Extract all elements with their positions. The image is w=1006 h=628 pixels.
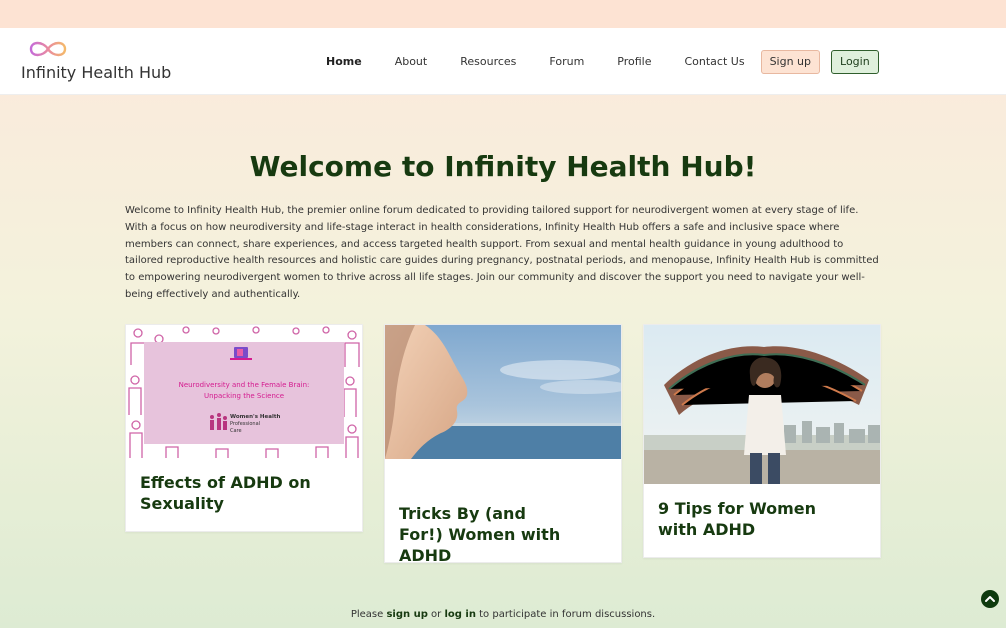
- card-title[interactable]: Effects of ADHD on Sexuality: [126, 472, 326, 514]
- footer-text-middle: or: [427, 609, 445, 620]
- article-card-tricks-adhd[interactable]: Tricks By (and For!) Women with ADHD: [384, 324, 622, 566]
- brand[interactable]: Infinity Health Hub: [21, 38, 171, 82]
- infinity-icon: [29, 41, 67, 57]
- card-image-neurodiversity-poster: Neurodiversity and the Female Brain: Unp…: [126, 325, 362, 458]
- footer-note: Please sign up or log in to participate …: [0, 609, 1006, 620]
- chevron-up-icon: [985, 596, 995, 602]
- article-card-adhd-sexuality[interactable]: Neurodiversity and the Female Brain: Unp…: [125, 324, 363, 532]
- poster-headline-2: Unpacking the Science: [204, 392, 284, 400]
- nav-home[interactable]: Home: [326, 55, 362, 68]
- signup-button[interactable]: Sign up: [760, 49, 821, 74]
- footer-text-after: to participate in forum discussions.: [475, 609, 656, 620]
- poster-headline-1: Neurodiversity and the Female Brain:: [179, 381, 310, 389]
- intro-paragraph: Welcome to Infinity Health Hub, the prem…: [125, 205, 879, 300]
- top-banner-strip: [0, 0, 1006, 28]
- page-title: Welcome to Infinity Health Hub!: [249, 150, 757, 183]
- nav-about[interactable]: About: [395, 55, 428, 68]
- footer-login-link[interactable]: log in: [444, 609, 475, 620]
- card-image-woman-sky: [385, 325, 621, 459]
- nav-forum[interactable]: Forum: [549, 55, 584, 68]
- footer-text-before: Please: [350, 609, 387, 620]
- card-image-woman-scarf: [644, 325, 880, 484]
- poster-org-3: Care: [230, 428, 242, 434]
- login-button[interactable]: Login: [831, 49, 879, 74]
- poster-org-2: Professional: [230, 421, 260, 427]
- nav-contact-us[interactable]: Contact Us: [684, 55, 744, 68]
- nav-resources[interactable]: Resources: [460, 55, 516, 68]
- navbar: Infinity Health Hub Home About Resources…: [0, 28, 1006, 95]
- brand-name: Infinity Health Hub: [21, 63, 172, 82]
- scroll-to-top-button[interactable]: [981, 590, 999, 608]
- main-nav: Home About Resources Forum Profile Conta…: [310, 28, 879, 95]
- article-card-9-tips[interactable]: 9 Tips for Women with ADHD: [643, 324, 881, 558]
- footer-signup-link[interactable]: sign up: [386, 609, 427, 620]
- nav-profile[interactable]: Profile: [617, 55, 651, 68]
- card-title[interactable]: Tricks By (and For!) Women with ADHD: [385, 503, 575, 566]
- poster-org-1: Women's Health: [230, 414, 280, 420]
- card-title[interactable]: 9 Tips for Women with ADHD: [644, 498, 844, 540]
